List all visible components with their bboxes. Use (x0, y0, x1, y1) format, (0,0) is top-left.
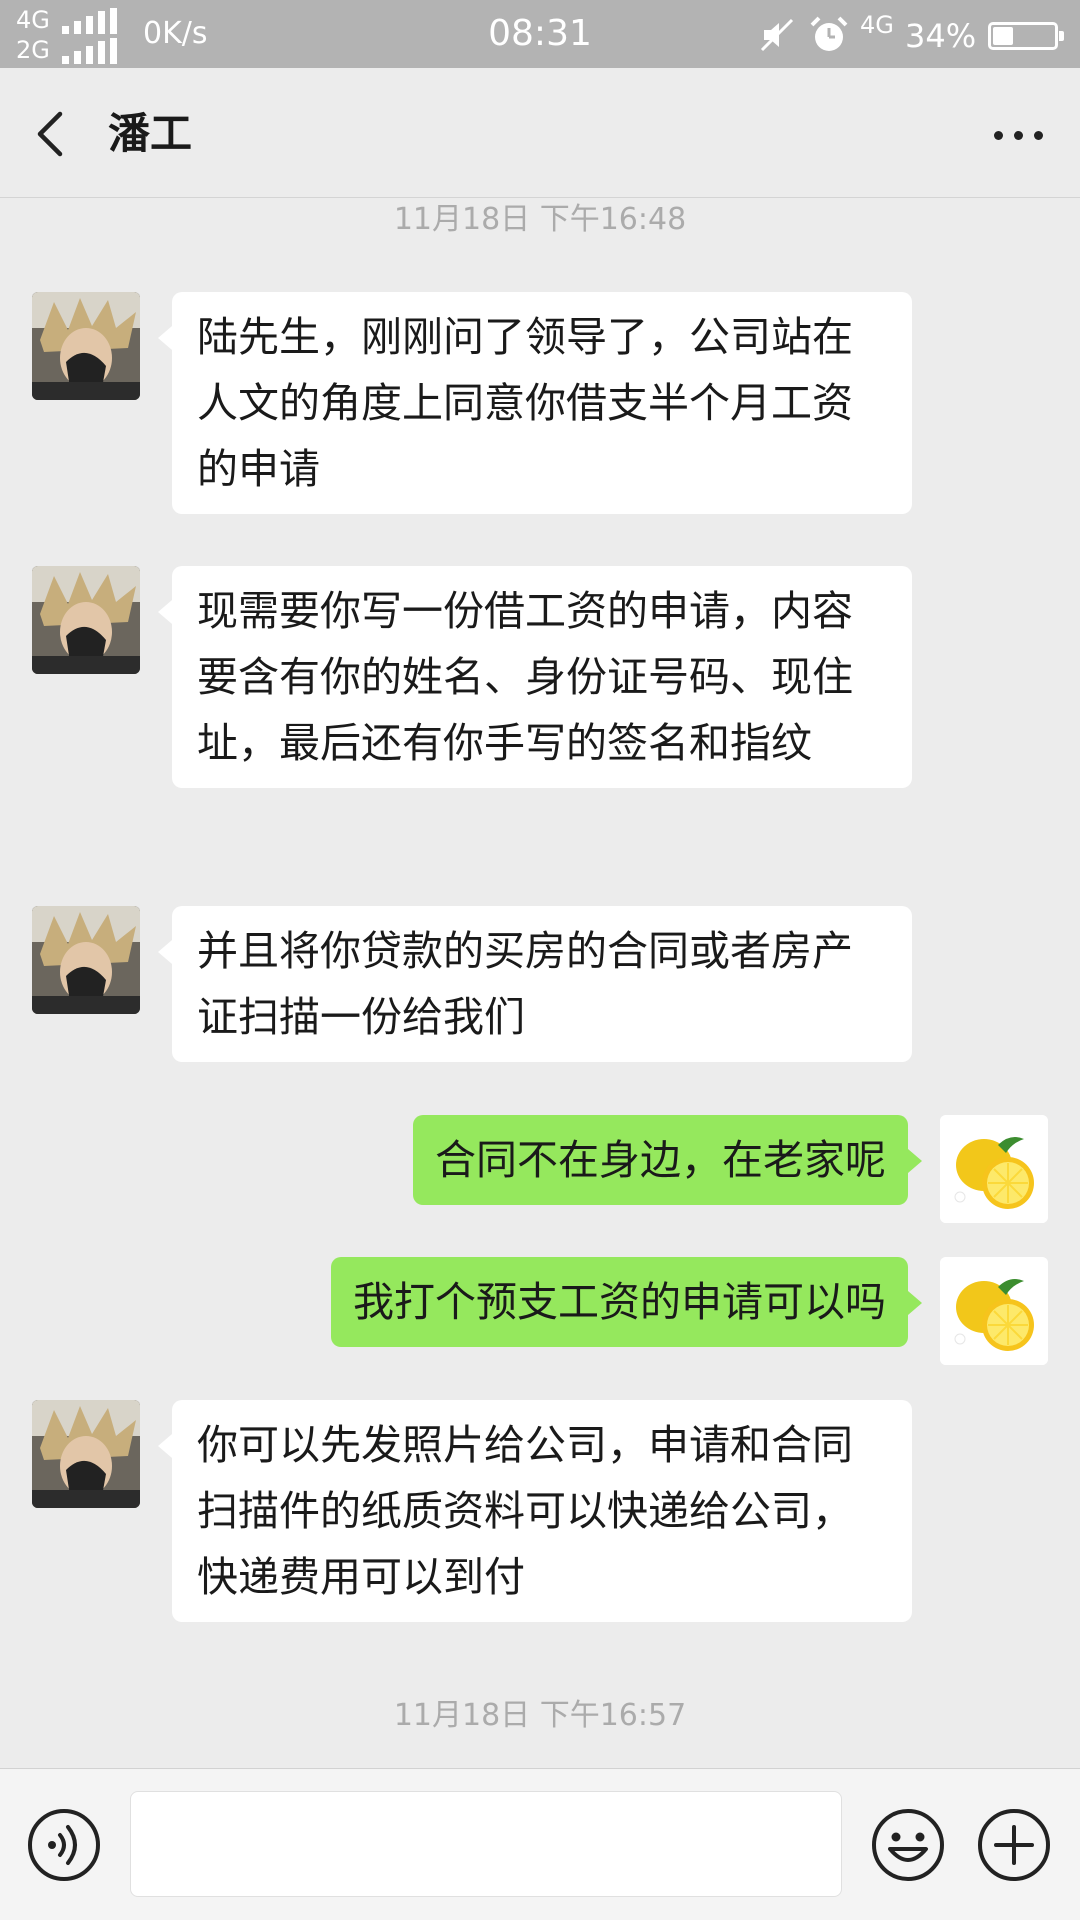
chat-title: 潘工 (108, 109, 193, 158)
lemon-avatar-image (940, 1257, 1048, 1365)
message-bubble-received[interactable]: 你可以先发照片给公司，申请和合同扫描件的纸质资料可以快递给公司，快递费用可以到付 (158, 1400, 912, 1622)
voice-icon[interactable] (26, 1807, 102, 1883)
contact-avatar[interactable] (32, 566, 140, 674)
message-bubble-sent[interactable]: 我打个预支工资的申请可以吗 (331, 1257, 922, 1347)
message-bubble-received[interactable]: 陆先生，刚刚问了领导了，公司站在人文的角度上同意你借支半个月工资的申请 (158, 292, 912, 514)
avatar-image (32, 292, 140, 400)
chat-header: 潘工 (0, 68, 1080, 198)
status-bar: 4G 2G 0K/s 08:31 4G 34% (0, 0, 1080, 68)
avatar-image (32, 906, 140, 1014)
message-input[interactable] (130, 1791, 842, 1897)
contact-avatar[interactable] (32, 906, 140, 1014)
message-bubble-received[interactable]: 并且将你贷款的买房的合同或者房产证扫描一份给我们 (158, 906, 912, 1062)
network-type: 4G (860, 11, 894, 39)
emoji-icon[interactable] (870, 1807, 946, 1883)
back-button[interactable] (26, 104, 82, 164)
more-button[interactable] (984, 104, 1054, 164)
lemon-avatar-image (940, 1115, 1048, 1223)
battery-icon (988, 22, 1064, 50)
status-icons: 4G 34% (760, 11, 1064, 58)
mute-icon (760, 18, 794, 52)
my-avatar[interactable] (940, 1257, 1048, 1365)
message-timestamp: 11月18日 下午16:48 (393, 202, 687, 237)
chat-input-bar (0, 1768, 1080, 1920)
contact-avatar[interactable] (32, 1400, 140, 1508)
message-bubble-sent[interactable]: 合同不在身边，在老家呢 (413, 1115, 922, 1205)
battery-percent: 34% (905, 17, 977, 55)
avatar-image (32, 1400, 140, 1508)
message-timestamp: 11月18日 下午16:57 (393, 1698, 687, 1733)
avatar-image (32, 566, 140, 674)
alarm-icon (810, 16, 848, 51)
my-avatar[interactable] (940, 1115, 1048, 1223)
plus-icon[interactable] (976, 1807, 1052, 1883)
contact-avatar[interactable] (32, 292, 140, 400)
battery-level (993, 27, 1013, 45)
message-bubble-received[interactable]: 现需要你写一份借工资的申请，内容要含有你的姓名、身份证号码、现住址，最后还有你手… (158, 566, 912, 788)
